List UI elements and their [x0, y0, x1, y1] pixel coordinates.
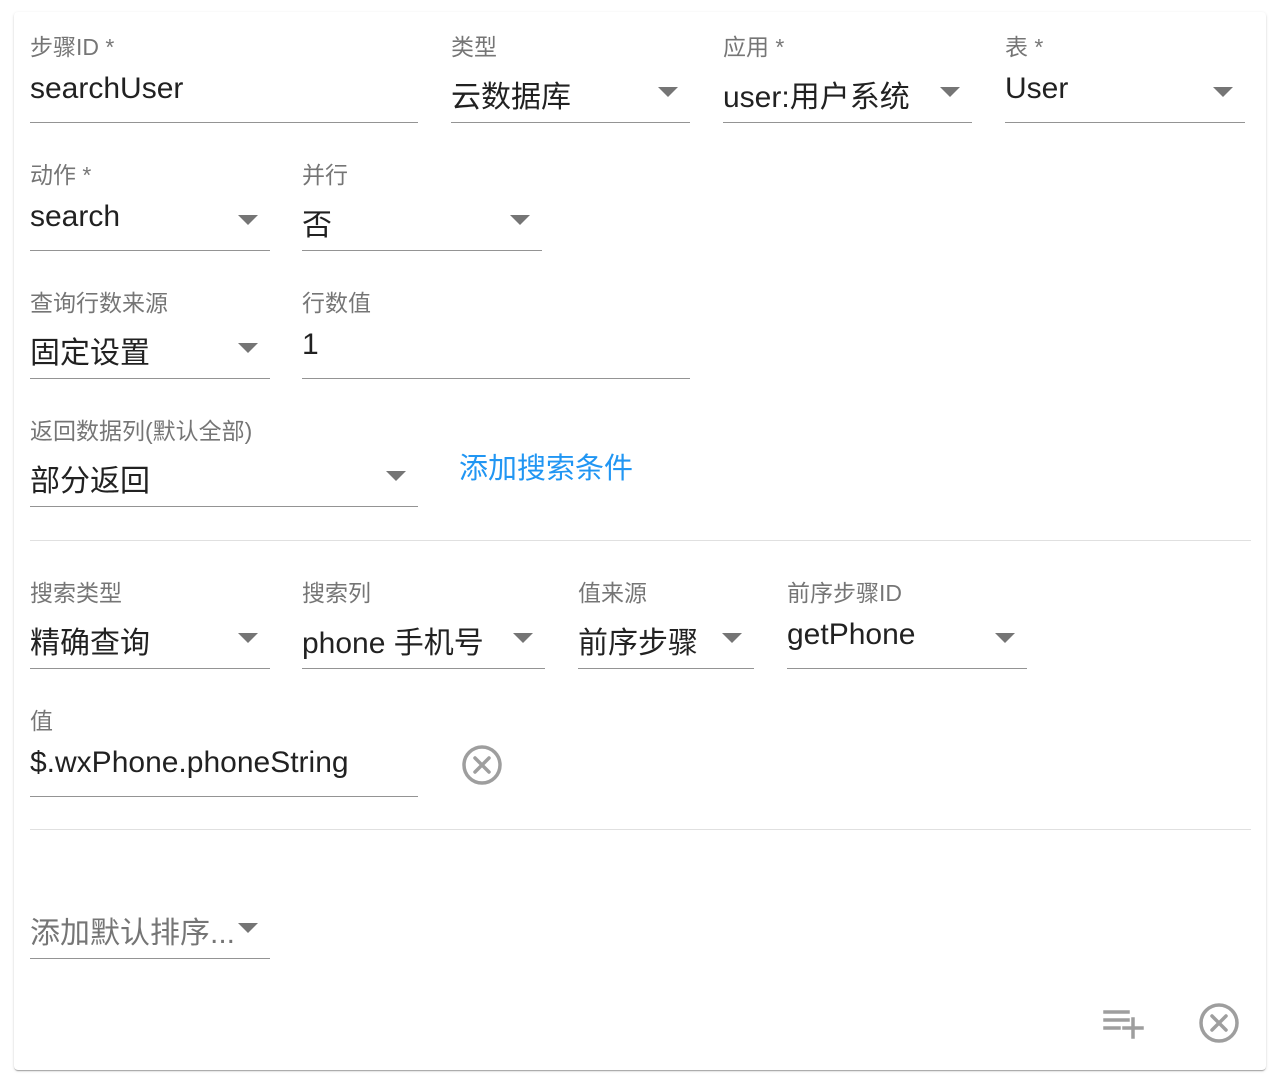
chevron-down-icon: [238, 923, 258, 933]
action-underline: [30, 250, 270, 251]
add-row-button[interactable]: [1100, 1002, 1146, 1044]
table-label: 表 *: [1005, 34, 1044, 60]
value-source-label: 值来源: [578, 580, 647, 606]
prev-step-id-select[interactable]: 前序步骤ID getPhone: [787, 560, 1027, 669]
chevron-down-icon: [658, 87, 678, 97]
search-type-select[interactable]: 搜索类型 精确查询: [30, 560, 270, 669]
default-sort-placeholder: 添加默认排序...: [30, 917, 236, 950]
value-source-underline: [578, 668, 754, 669]
type-value: 云数据库: [451, 81, 571, 114]
remove-step-button[interactable]: [1197, 1001, 1241, 1045]
search-col-underline: [302, 668, 545, 669]
value-source-value: 前序步骤: [578, 627, 698, 660]
prev-step-id-value: getPhone: [787, 618, 916, 651]
prev-step-id-label: 前序步骤ID: [787, 580, 902, 606]
section-divider: [30, 829, 1251, 830]
playlist-plus-icon: [1103, 1010, 1144, 1039]
chevron-down-icon: [722, 633, 742, 643]
remove-condition-button[interactable]: [460, 743, 504, 787]
step-id-input[interactable]: searchUser: [30, 72, 183, 106]
chevron-down-icon: [940, 87, 960, 97]
value-label: 值: [30, 708, 53, 734]
row-source-label: 查询行数来源: [30, 290, 168, 316]
step-id-underline: [30, 122, 418, 123]
step-id-field[interactable]: 步骤ID * searchUser: [30, 14, 418, 123]
search-col-value: phone 手机号: [302, 627, 484, 660]
close-circle-outline-icon: [1199, 1003, 1239, 1043]
return-cols-label: 返回数据列(默认全部): [30, 418, 253, 444]
step-id-label: 步骤ID *: [30, 34, 115, 60]
table-value: User: [1005, 72, 1069, 105]
table-select[interactable]: 表 * User: [1005, 14, 1245, 123]
row-count-underline: [302, 378, 690, 379]
chevron-down-icon: [995, 633, 1015, 643]
app-label: 应用 *: [723, 34, 785, 60]
type-underline: [451, 122, 690, 123]
app-value: user:用户系统: [723, 81, 910, 114]
search-col-label: 搜索列: [302, 580, 371, 606]
add-condition-button[interactable]: 添加搜索条件: [459, 445, 633, 487]
action-label: 动作 *: [30, 162, 92, 188]
return-cols-value: 部分返回: [30, 465, 150, 498]
parallel-underline: [302, 250, 542, 251]
chevron-down-icon: [513, 633, 533, 643]
parallel-value: 否: [302, 209, 332, 242]
search-type-label: 搜索类型: [30, 580, 122, 606]
action-value: search: [30, 200, 121, 233]
type-label: 类型: [451, 34, 497, 60]
value-underline: [30, 796, 418, 797]
default-sort-underline: [30, 958, 270, 959]
row-source-select[interactable]: 查询行数来源 固定设置: [30, 270, 270, 379]
parallel-label: 并行: [302, 162, 348, 188]
row-count-label: 行数值: [302, 290, 371, 316]
row-source-value: 固定设置: [30, 337, 150, 370]
value-source-select[interactable]: 值来源 前序步骤: [578, 560, 754, 669]
value-input[interactable]: $.wxPhone.phoneString: [30, 746, 349, 780]
row-count-input[interactable]: 1: [302, 328, 319, 362]
return-cols-select[interactable]: 返回数据列(默认全部) 部分返回: [30, 398, 418, 507]
app-underline: [723, 122, 972, 123]
type-select[interactable]: 类型 云数据库: [451, 14, 690, 123]
chevron-down-icon: [386, 471, 406, 481]
chevron-down-icon: [238, 215, 258, 225]
value-field[interactable]: 值 $.wxPhone.phoneString: [30, 688, 418, 797]
parallel-select[interactable]: 并行 否: [302, 142, 542, 251]
close-circle-outline-icon: [462, 745, 502, 785]
app-select[interactable]: 应用 * user:用户系统: [723, 14, 972, 123]
prev-step-id-underline: [787, 668, 1027, 669]
row-source-underline: [30, 378, 270, 379]
search-col-select[interactable]: 搜索列 phone 手机号: [302, 560, 545, 669]
table-underline: [1005, 122, 1245, 123]
action-select[interactable]: 动作 * search: [30, 142, 270, 251]
section-divider: [30, 540, 1251, 541]
row-count-field[interactable]: 行数值 1: [302, 270, 690, 379]
chevron-down-icon: [510, 215, 530, 225]
chevron-down-icon: [238, 633, 258, 643]
default-sort-select[interactable]: 添加默认排序...: [30, 850, 270, 959]
search-type-value: 精确查询: [30, 627, 150, 660]
chevron-down-icon: [238, 343, 258, 353]
search-type-underline: [30, 668, 270, 669]
chevron-down-icon: [1213, 87, 1233, 97]
return-cols-underline: [30, 506, 418, 507]
